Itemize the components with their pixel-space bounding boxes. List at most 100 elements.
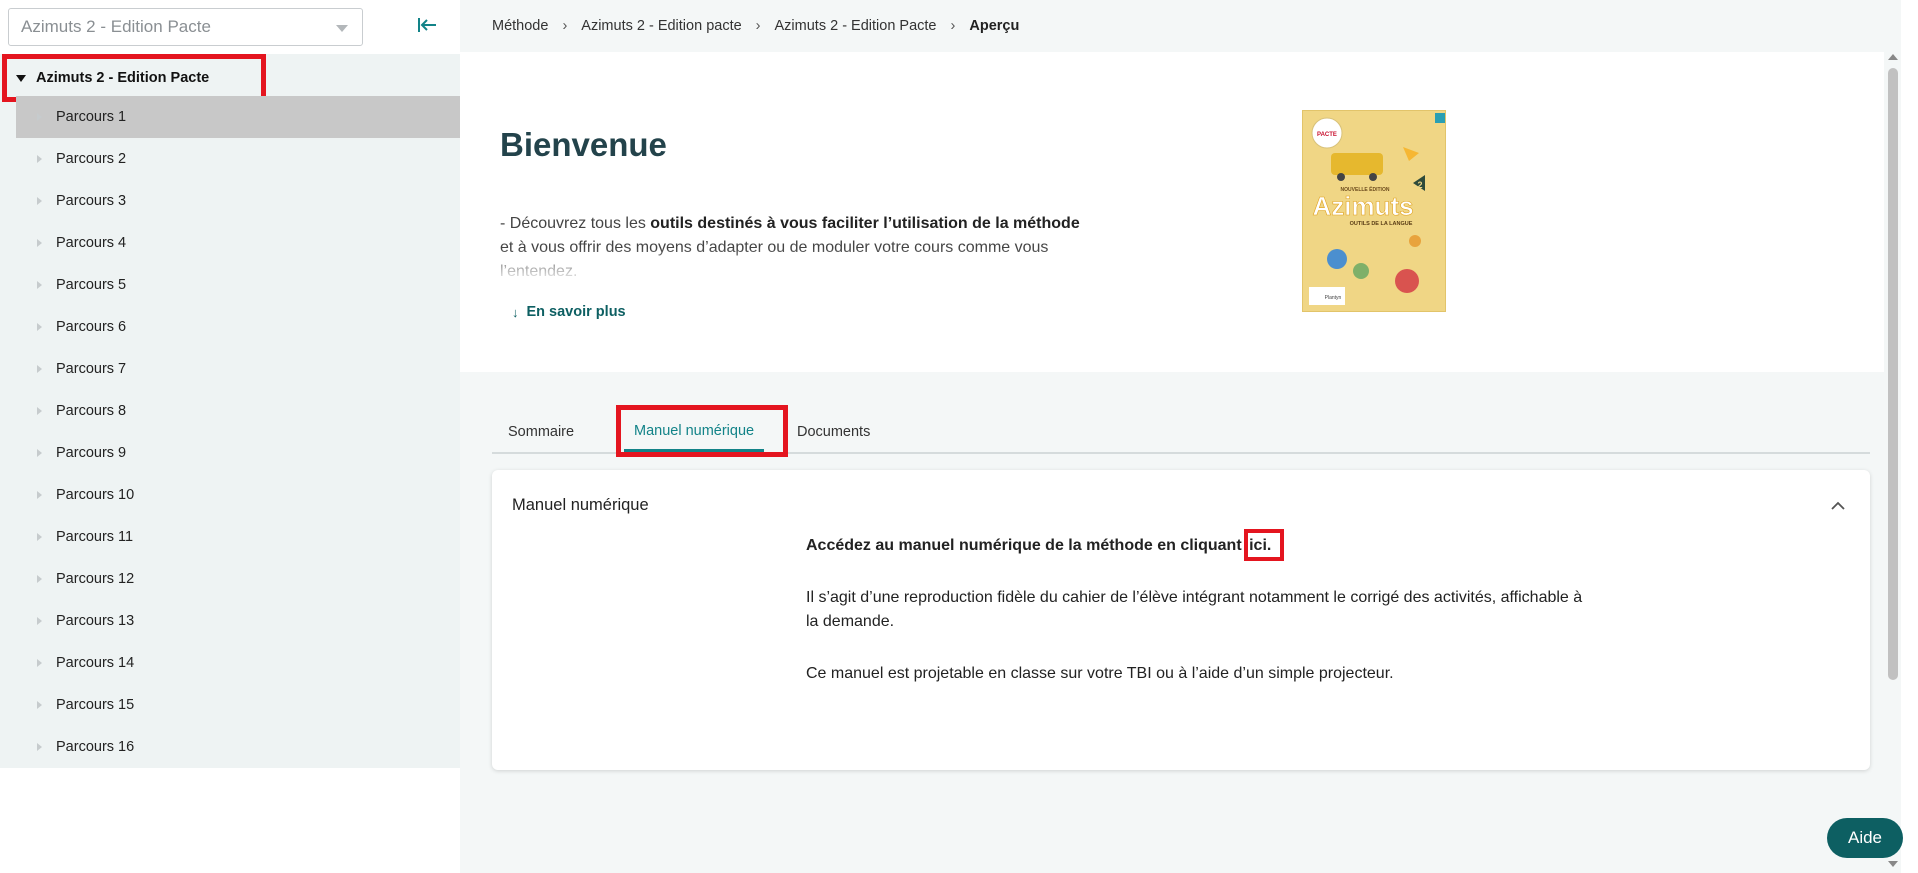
chevron-down-icon	[336, 25, 348, 32]
sidebar-item-label: Parcours 12	[56, 571, 135, 587]
sidebar-item-label: Parcours 7	[56, 361, 127, 377]
method-select[interactable]: Azimuts 2 - Edition Pacte	[8, 8, 363, 46]
read-more-link[interactable]: ↓ En savoir plus	[512, 304, 626, 320]
help-button[interactable]: Aide	[1827, 818, 1903, 858]
sidebar-item-label: Parcours 16	[56, 739, 135, 755]
description-paragraph: Il s’agit d’une reproduction fidèle du c…	[806, 589, 1583, 630]
sidebar-item-label: Parcours 10	[56, 487, 135, 503]
panel-title: Manuel numérique	[512, 496, 649, 514]
sidebar-item-parcours[interactable]: Parcours 15	[16, 684, 460, 726]
sidebar-item-parcours[interactable]: Parcours 13	[16, 600, 460, 642]
breadcrumb-separator-icon: ›	[562, 18, 568, 34]
sidebar-item-label: Parcours 9	[56, 445, 127, 461]
caret-right-icon	[37, 617, 42, 625]
caret-right-icon	[37, 701, 42, 709]
tree-items: Parcours 1 Parcours 2 Parcours 3 Parcours 4…	[16, 96, 460, 768]
book-title-text: Azimuts	[1312, 191, 1413, 221]
main-content: Méthode › Azimuts 2 - Edition pacte › Azimut…	[460, 0, 1901, 873]
sidebar: Azimuts 2 - Edition Pacte Azimuts 2 - Ed…	[0, 0, 460, 873]
book-cover-image: PACTE NOUVELLE ÉDITION Azimuts 2 OUTILS …	[1302, 110, 1446, 312]
projection-paragraph: Ce manuel est projetable en classe sur v…	[806, 665, 1394, 682]
breadcrumb-separator-icon: ›	[950, 18, 956, 34]
sidebar-item-label: Parcours 8	[56, 403, 127, 419]
sidebar-item-parcours[interactable]: Parcours 16	[16, 726, 460, 768]
arrow-down-icon: ↓	[512, 304, 519, 320]
sidebar-item-label: Parcours 5	[56, 277, 127, 293]
collapse-panel-button[interactable]	[1830, 498, 1846, 516]
collapse-left-icon	[418, 18, 436, 32]
course-tree: Azimuts 2 - Edition Pacte Parcours 1 Parc…	[0, 54, 460, 768]
caret-right-icon	[37, 743, 42, 751]
hero-text-bold: outils destinés à vous faciliter l’utili…	[650, 215, 1080, 232]
caret-down-icon	[16, 74, 26, 82]
caret-right-icon	[37, 155, 42, 163]
breadcrumb: Méthode › Azimuts 2 - Edition pacte › Azimut…	[492, 0, 1019, 52]
sidebar-item-parcours[interactable]: Parcours 10	[16, 474, 460, 516]
sidebar-item-label: Parcours 4	[56, 235, 127, 251]
sidebar-item-label: Parcours 11	[56, 529, 134, 545]
page-title: Bienvenue	[500, 126, 667, 163]
sidebar-item-parcours[interactable]: Parcours 12	[16, 558, 460, 600]
sidebar-item-parcours[interactable]: Parcours 7	[16, 348, 460, 390]
text-fade	[500, 248, 1100, 280]
book-badge-text: PACTE	[1317, 132, 1337, 138]
sidebar-item-label: Parcours 2	[56, 151, 127, 167]
sidebar-item-parcours[interactable]: Parcours 2	[16, 138, 460, 180]
book-subtitle-text: OUTILS DE LA LANGUE	[1350, 221, 1413, 227]
sidebar-item-label: Parcours 3	[56, 193, 127, 209]
access-line: Accédez au manuel numérique de la méthod…	[806, 529, 1596, 561]
scrollbar-thumb[interactable]	[1888, 68, 1898, 680]
access-text: Accédez au manuel numérique de la méthod…	[806, 537, 1247, 554]
sidebar-item-label: Parcours 1	[56, 109, 127, 125]
content-tabs: Sommaire Manuel numérique Documents	[492, 405, 1870, 457]
scroll-up-icon[interactable]	[1888, 54, 1898, 60]
caret-right-icon	[37, 365, 42, 373]
sidebar-item-parcours[interactable]: Parcours 11	[16, 516, 460, 558]
scroll-down-icon[interactable]	[1888, 861, 1898, 867]
sidebar-item-parcours[interactable]: Parcours 8	[16, 390, 460, 432]
manuel-numerique-panel: Manuel numérique Accédez au manuel numér…	[492, 470, 1870, 770]
caret-right-icon	[37, 281, 42, 289]
sidebar-item-parcours[interactable]: Parcours 5	[16, 264, 460, 306]
sidebar-item-label: Parcours 15	[56, 697, 135, 713]
collapse-sidebar-button[interactable]	[414, 12, 440, 38]
breadcrumb-separator-icon: ›	[755, 18, 761, 34]
breadcrumb-link[interactable]: Azimuts 2 - Edition Pacte	[775, 18, 937, 34]
sidebar-item-parcours[interactable]: Parcours 1	[16, 96, 460, 138]
sidebar-item-label: Parcours 13	[56, 613, 135, 629]
sidebar-item-parcours[interactable]: Parcours 9	[16, 432, 460, 474]
page-scrollbar[interactable]	[1884, 0, 1901, 873]
caret-right-icon	[37, 491, 42, 499]
caret-right-icon	[37, 113, 42, 121]
caret-right-icon	[37, 449, 42, 457]
sidebar-item-parcours[interactable]: Parcours 4	[16, 222, 460, 264]
chevron-up-icon	[1831, 501, 1845, 510]
caret-right-icon	[37, 659, 42, 667]
read-more-label: En savoir plus	[526, 304, 626, 320]
book-level-text: 2	[1417, 180, 1422, 190]
hero-text-prefix: - Découvrez tous les	[500, 215, 651, 232]
book-publisher-text: Plantyn	[1325, 295, 1342, 301]
tree-root-label: Azimuts 2 - Edition Pacte	[36, 70, 210, 86]
method-select-value: Azimuts 2 - Edition Pacte	[21, 17, 211, 36]
sidebar-item-label: Parcours 14	[56, 655, 135, 671]
tree-root-item[interactable]: Azimuts 2 - Edition Pacte	[0, 54, 460, 102]
sidebar-item-parcours[interactable]: Parcours 3	[16, 180, 460, 222]
breadcrumb-link[interactable]: Azimuts 2 - Edition pacte	[581, 18, 741, 34]
caret-right-icon	[37, 197, 42, 205]
tab-documents[interactable]: Documents	[797, 412, 870, 452]
hero-section: Bienvenue - Découvrez tous les outils de…	[460, 52, 1901, 372]
tab-manuel-numerique[interactable]: Manuel numérique	[624, 412, 765, 452]
caret-right-icon	[37, 533, 42, 541]
panel-body: Accédez au manuel numérique de la méthod…	[806, 529, 1596, 714]
caret-right-icon	[37, 407, 42, 415]
breadcrumb-current: Aperçu	[969, 18, 1020, 34]
breadcrumb-link[interactable]: Méthode	[492, 18, 548, 34]
sidebar-item-parcours[interactable]: Parcours 6	[16, 306, 460, 348]
sidebar-item-parcours[interactable]: Parcours 14	[16, 642, 460, 684]
caret-right-icon	[37, 239, 42, 247]
sidebar-item-label: Parcours 6	[56, 319, 127, 335]
caret-right-icon	[37, 323, 42, 331]
ici-link[interactable]: ici.	[1244, 529, 1285, 561]
tab-sommaire[interactable]: Sommaire	[508, 412, 574, 452]
